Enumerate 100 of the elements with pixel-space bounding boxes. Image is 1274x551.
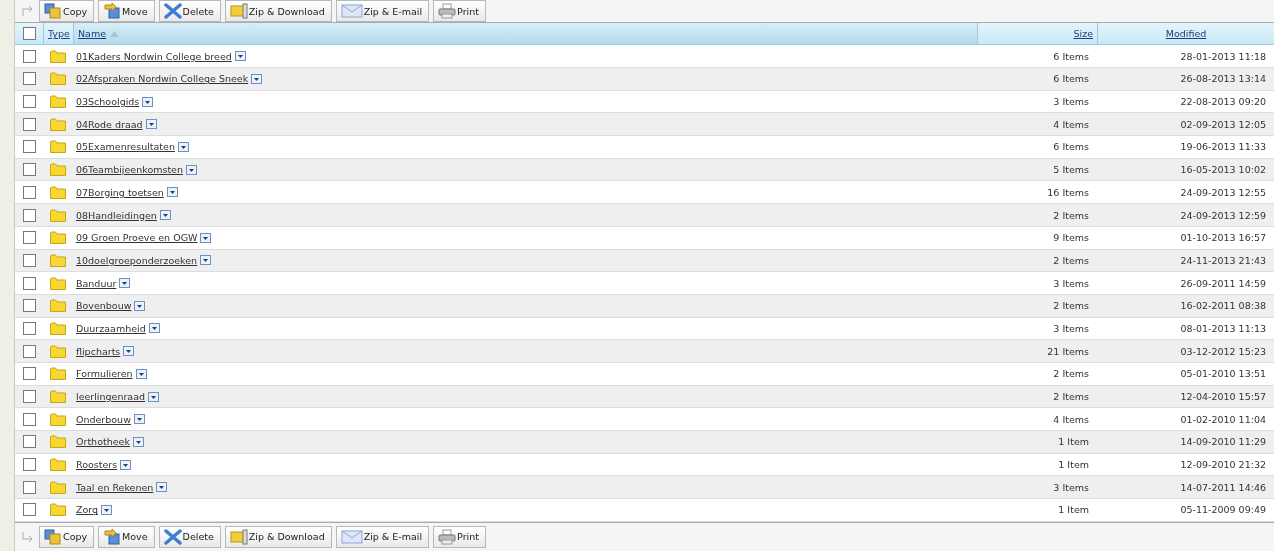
dropdown-icon[interactable]	[145, 119, 157, 130]
folder-link[interactable]: 09 Groen Proeve en OGW	[76, 232, 198, 244]
row-checkbox[interactable]	[23, 49, 36, 63]
size-cell-text: 21 Items	[1046, 345, 1090, 357]
row-checkbox[interactable]	[23, 480, 36, 494]
folder-link[interactable]: 05Examenresultaten	[76, 141, 175, 153]
modified-cell-text: 24-09-2013 12:55	[1179, 186, 1267, 198]
zip-download-button[interactable]: Zip & Download	[224, 525, 332, 548]
move-icon	[103, 528, 122, 545]
modified-cell-text: 05-11-2009 09:49	[1179, 504, 1267, 516]
envelope-icon	[340, 529, 363, 544]
column-header-link[interactable]: Modified	[1165, 28, 1207, 40]
folder-link[interactable]: flipcharts	[76, 345, 121, 357]
size-cell-text: 3 Items	[1052, 96, 1090, 108]
zip-email-button[interactable]: Zip & E-mail	[335, 525, 430, 548]
column-header-link[interactable]: Name	[78, 28, 107, 40]
cross-icon	[163, 528, 182, 545]
folder-link[interactable]: Onderbouw	[76, 413, 131, 425]
dropdown-icon[interactable]	[134, 300, 146, 311]
row-checkbox[interactable]	[23, 390, 36, 403]
row-checkbox[interactable]	[23, 321, 36, 335]
folder-link[interactable]: Duurzaamheid	[76, 322, 146, 334]
size-cell-text: 2 Items	[1052, 300, 1090, 312]
row-checkbox[interactable]	[23, 185, 36, 199]
select-all-checkbox[interactable]	[23, 27, 36, 41]
modified-cell-text: 28-01-2013 11:18	[1179, 50, 1267, 62]
folder-link[interactable]: Banduur	[76, 277, 117, 289]
dropdown-icon[interactable]	[234, 51, 246, 62]
copy-button[interactable]: Copy	[39, 0, 95, 23]
folder-link[interactable]: 01Kaders Nordwin College breed	[76, 50, 232, 62]
folder-link[interactable]: 06Teambijeenkomsten	[76, 164, 183, 176]
folder-link[interactable]: 07Borging toetsen	[76, 186, 164, 198]
zip-email-button[interactable]: Zip & E-mail	[335, 0, 430, 23]
column-header-link[interactable]: Type	[48, 28, 70, 40]
row-checkbox[interactable]	[23, 208, 36, 222]
modified-cell-text: 08-01-2013 11:13	[1179, 322, 1267, 334]
dropdown-icon[interactable]	[166, 187, 178, 198]
folder-link[interactable]: Zorg	[76, 504, 99, 516]
row-checkbox[interactable]	[23, 367, 36, 381]
row-checkbox[interactable]	[23, 72, 36, 86]
delete-button[interactable]: Delete	[158, 0, 221, 23]
print-button[interactable]: Print	[433, 0, 486, 23]
row-checkbox[interactable]	[23, 253, 36, 267]
move-icon	[103, 3, 122, 20]
folder-icon	[50, 163, 66, 177]
move-button[interactable]: Move	[98, 525, 155, 548]
folder-icon	[229, 3, 248, 20]
dropdown-icon[interactable]	[177, 141, 189, 152]
folder-link[interactable]: Orthotheek	[76, 436, 130, 448]
row-checkbox[interactable]	[23, 299, 36, 313]
folder-link[interactable]: Formulieren	[76, 368, 133, 380]
size-cell-text: 3 Items	[1052, 277, 1090, 289]
dropdown-icon[interactable]	[148, 391, 159, 402]
row-checkbox[interactable]	[23, 503, 36, 517]
folder-link[interactable]: 10doelgroeponderzoeken	[76, 254, 198, 266]
row-checkbox[interactable]	[23, 163, 36, 177]
delete-button[interactable]: Delete	[158, 525, 221, 548]
dropdown-icon[interactable]	[251, 73, 263, 84]
size-cell-text: 3 Items	[1052, 481, 1090, 493]
row-checkbox[interactable]	[23, 117, 36, 131]
dropdown-icon[interactable]	[186, 164, 197, 175]
copy-button[interactable]: Copy	[39, 525, 95, 548]
dropdown-icon[interactable]	[101, 504, 113, 515]
dropdown-icon[interactable]	[200, 232, 212, 243]
zip-download-button[interactable]: Zip & Download	[224, 0, 332, 23]
dropdown-icon[interactable]	[132, 436, 144, 447]
row-checkbox[interactable]	[23, 458, 36, 472]
dropdown-icon[interactable]	[148, 323, 160, 334]
row-checkbox[interactable]	[23, 344, 36, 358]
row-checkbox[interactable]	[23, 95, 36, 109]
dropdown-icon[interactable]	[135, 368, 147, 379]
dropdown-icon[interactable]	[156, 482, 168, 493]
folder-link[interactable]: leerlingenraad	[76, 391, 145, 402]
folder-link[interactable]: 02Afspraken Nordwin College Sneek	[76, 73, 249, 85]
row-checkbox[interactable]	[23, 276, 36, 290]
column-header-link[interactable]: Size	[1073, 28, 1093, 40]
modified-cell-text: 26-08-2013 13:14	[1179, 73, 1267, 85]
folder-link[interactable]: Roosters	[76, 459, 118, 471]
folder-link[interactable]: Bovenbouw	[76, 300, 132, 312]
row-checkbox[interactable]	[23, 231, 36, 245]
dropdown-icon[interactable]	[123, 346, 135, 357]
dropdown-icon[interactable]	[142, 96, 154, 107]
size-cell-text: 1 Item	[1057, 436, 1090, 448]
move-button[interactable]: Move	[98, 0, 155, 23]
row-checkbox[interactable]	[23, 435, 36, 449]
print-button[interactable]: Print	[433, 525, 486, 548]
folder-link[interactable]: Taal en Rekenen	[76, 481, 154, 493]
folder-icon	[50, 49, 66, 63]
folder-icon	[50, 276, 66, 290]
row-checkbox[interactable]	[23, 412, 36, 426]
dropdown-icon[interactable]	[133, 414, 145, 425]
folder-link[interactable]: 03Schoolgids	[76, 96, 140, 108]
dropdown-icon[interactable]	[120, 459, 132, 470]
folder-link[interactable]: 04Rode draad	[76, 118, 143, 130]
dropdown-icon[interactable]	[159, 210, 171, 220]
folder-link[interactable]: 08Handleidingen	[76, 209, 157, 221]
dropdown-icon[interactable]	[119, 278, 131, 289]
dropdown-icon[interactable]	[200, 255, 212, 266]
row-checkbox[interactable]	[23, 140, 36, 154]
copy-icon	[44, 528, 62, 545]
